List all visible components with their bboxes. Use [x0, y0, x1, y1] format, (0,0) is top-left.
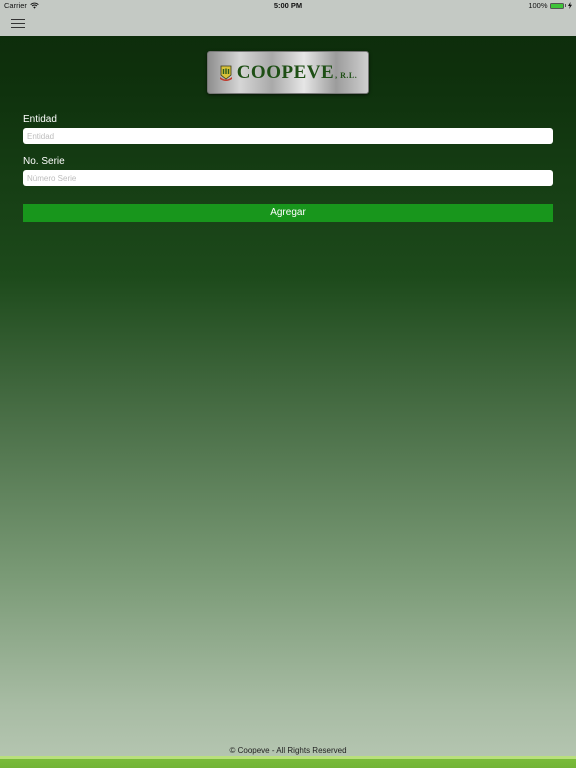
status-time: 5:00 PM: [273, 1, 303, 10]
serie-input[interactable]: [23, 170, 553, 186]
hamburger-menu-icon[interactable]: [11, 17, 25, 29]
serie-label: No. Serie: [23, 156, 65, 167]
logo-wordmark: COOPEVE , R.L.: [237, 62, 358, 84]
battery-percent: 100%: [528, 1, 548, 10]
battery-fill: [550, 3, 563, 8]
entidad-input[interactable]: [23, 128, 553, 144]
footer-bar: [0, 756, 576, 768]
status-right: 100%: [528, 1, 572, 10]
menu-line: [11, 23, 25, 24]
logo-suffix: , R.L.: [335, 70, 358, 80]
charging-bolt-icon: [568, 2, 572, 9]
entidad-label: Entidad: [23, 114, 57, 125]
menu-line: [11, 19, 25, 20]
menu-line: [11, 27, 25, 28]
coopeve-emblem-icon: [219, 65, 232, 81]
battery-icon: [549, 2, 564, 9]
coopeve-logo: COOPEVE , R.L.: [207, 51, 369, 94]
footer-copyright: © Coopeve - All Rights Reserved: [229, 746, 347, 755]
logo-name: COOPEVE: [236, 61, 335, 83]
add-button[interactable]: Agregar: [23, 204, 553, 222]
nav-bar: [0, 12, 576, 36]
status-bar: Carrier 5:00 PM 100%: [0, 0, 576, 12]
battery-tip: [564, 4, 566, 7]
app-screen: Carrier 5:00 PM 100% COOPEVE , R.L. Enti…: [0, 0, 576, 768]
